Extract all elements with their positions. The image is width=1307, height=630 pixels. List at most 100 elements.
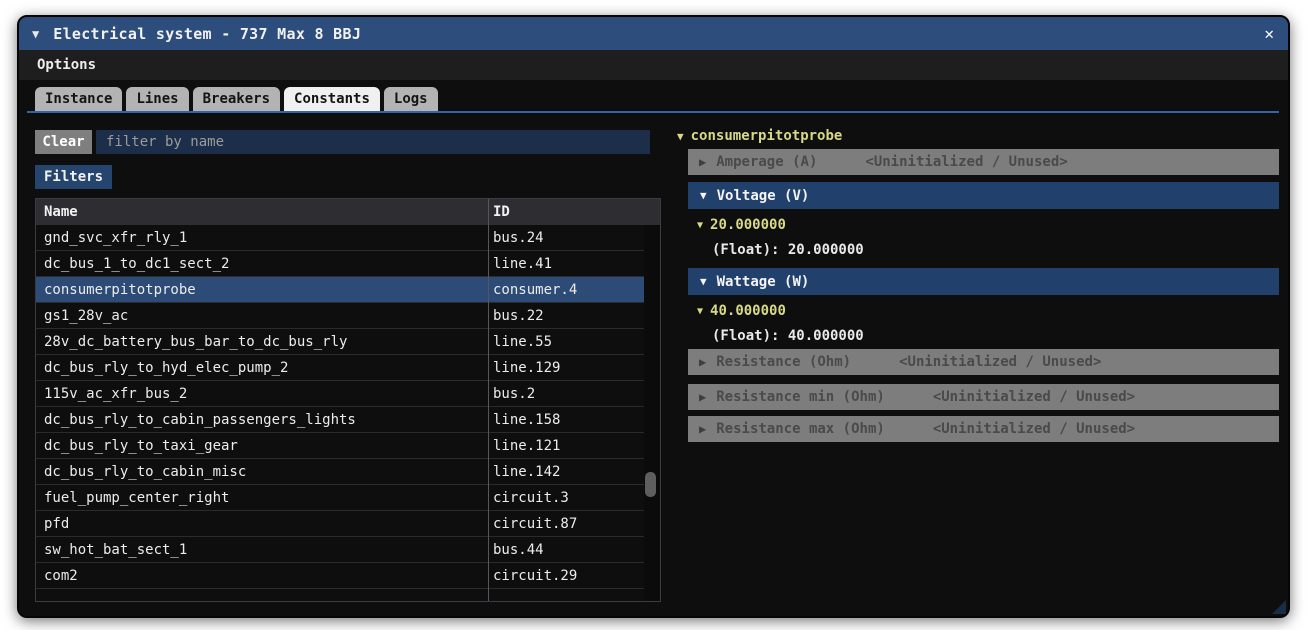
cell-id: line.121 xyxy=(493,433,560,459)
uninitialized-value: <Uninitialized / Unused> xyxy=(899,354,1101,370)
cell-name: dc_bus_rly_to_hyd_elec_pump_2 xyxy=(44,355,288,381)
chevron-right-icon[interactable]: ▶ xyxy=(699,355,706,369)
column-header-id[interactable]: ID xyxy=(493,199,510,225)
cell-id: consumer.4 xyxy=(493,277,577,303)
cell-name: dc_bus_rly_to_cabin_passengers_lights xyxy=(44,407,356,433)
table-row[interactable]: pfd circuit.87 xyxy=(36,511,646,537)
window-collapse-icon[interactable]: ▼ xyxy=(32,27,39,41)
tree-node-label: Amperage (A) xyxy=(716,154,817,170)
table-row[interactable]: gs1_28v_ac bus.22 xyxy=(36,303,646,329)
tree-node-label: Resistance max (Ohm) xyxy=(716,421,885,437)
cell-id: bus.44 xyxy=(493,537,544,563)
chevron-down-icon[interactable]: ▼ xyxy=(697,306,703,317)
tree-node-value[interactable]: ▼ 40.000000 xyxy=(688,301,1279,321)
tree-node-header[interactable]: ▼Wattage (W) xyxy=(688,268,1279,295)
tree-node-label: (Float): 40.000000 xyxy=(712,328,864,344)
close-icon[interactable]: ✕ xyxy=(1264,24,1274,43)
cell-id: circuit.87 xyxy=(493,511,577,537)
table-row[interactable]: 28v_dc_battery_bus_bar_to_dc_bus_rly line… xyxy=(36,329,646,355)
tree-node-disabled[interactable]: ▶ Resistance min (Ohm) <Uninitialized / Un… xyxy=(688,384,1279,410)
tree-node-label: (Float): 20.000000 xyxy=(712,242,864,258)
table-row[interactable]: fuel_pump_center_right circuit.3 xyxy=(36,485,646,511)
cell-name: fuel_pump_center_right xyxy=(44,485,229,511)
title-bar: ▼ Electrical system - 737 Max 8 BBJ ✕ xyxy=(19,17,1288,50)
uninitialized-value: <Uninitialized / Unused> xyxy=(933,389,1135,405)
column-header-name[interactable]: Name xyxy=(44,199,78,225)
uninitialized-value: <Uninitialized / Unused> xyxy=(865,154,1067,170)
app-window: ▼ Electrical system - 737 Max 8 BBJ ✕ Op… xyxy=(17,15,1290,618)
cell-id: bus.22 xyxy=(493,303,544,329)
cell-id: line.41 xyxy=(493,251,552,277)
tree-node-value[interactable]: ▼ 20.000000 xyxy=(688,215,1279,235)
table-scrollbar-track[interactable] xyxy=(644,225,659,601)
window-title: Electrical system - 737 Max 8 BBJ xyxy=(53,25,361,43)
constants-table: Name ID gnd_svc_xfr_rly_1bus.24dc_bus_1_… xyxy=(35,198,661,602)
tab-underline xyxy=(27,111,1279,113)
cell-name: sw_hot_bat_sect_1 xyxy=(44,537,187,563)
cell-id: line.129 xyxy=(493,355,560,381)
tree-leaf-float: (Float): 20.000000 xyxy=(688,241,1279,259)
table-row[interactable]: dc_bus_rly_to_cabin_miscline.142 xyxy=(36,459,646,485)
chevron-right-icon[interactable]: ▶ xyxy=(699,390,706,404)
cell-id: circuit.29 xyxy=(493,563,577,589)
table-row[interactable]: dc_bus_rly_to_taxi_gear line.121 xyxy=(36,433,646,459)
clear-filter-button[interactable]: Clear xyxy=(35,130,92,154)
cell-name: gnd_svc_xfr_rly_1 xyxy=(44,225,187,251)
tab-breakers[interactable]: Breakers xyxy=(193,87,280,111)
cell-id: bus.24 xyxy=(493,225,544,251)
chevron-right-icon[interactable]: ▶ xyxy=(699,422,706,436)
tree-node-label: Resistance min (Ohm) xyxy=(716,389,885,405)
column-divider[interactable] xyxy=(488,199,489,601)
cell-id: circuit.3 xyxy=(493,485,569,511)
tree-node-label: Voltage (V) xyxy=(717,188,810,204)
cell-name: 28v_dc_battery_bus_bar_to_dc_bus_rly xyxy=(44,329,347,355)
table-row[interactable]: dc_bus_1_to_dc1_sect_2 line.41 xyxy=(36,251,646,277)
tab-instance[interactable]: Instance xyxy=(35,87,122,111)
tree-node-disabled[interactable]: ▶ Amperage (A) <Uninitialized / Unused> xyxy=(688,149,1279,175)
tab-logs[interactable]: Logs xyxy=(384,87,438,111)
table-row[interactable]: consumerpitotprobe consumer.4 xyxy=(36,277,646,303)
cell-id: line.55 xyxy=(493,329,552,355)
tab-lines[interactable]: Lines xyxy=(126,87,188,111)
chevron-down-icon[interactable]: ▼ xyxy=(700,189,707,202)
tree-node-disabled[interactable]: ▶ Resistance (Ohm) <Uninitialized / Unused… xyxy=(688,349,1279,375)
tab-bar: InstanceLinesBreakersConstantsLogs xyxy=(35,87,438,111)
chevron-down-icon[interactable]: ▼ xyxy=(697,220,703,231)
chevron-down-icon[interactable]: ▼ xyxy=(700,275,707,288)
tree-node-label: 40.000000 xyxy=(710,303,786,319)
tree-node-root[interactable]: ▼ consumerpitotprobe xyxy=(671,124,842,148)
cell-name: 115v_ac_xfr_bus_2 xyxy=(44,381,187,407)
chevron-right-icon[interactable]: ▶ xyxy=(699,155,706,169)
tab-constants[interactable]: Constants xyxy=(284,87,380,111)
cell-id: line.158 xyxy=(493,407,560,433)
tree-node-disabled[interactable]: ▶ Resistance max (Ohm) <Uninitialized / Un… xyxy=(688,416,1279,442)
table-row[interactable]: dc_bus_rly_to_hyd_elec_pump_2 line.129 xyxy=(36,355,646,381)
cell-name: dc_bus_rly_to_taxi_gear xyxy=(44,433,238,459)
uninitialized-value: <Uninitialized / Unused> xyxy=(933,421,1135,437)
chevron-down-icon[interactable]: ▼ xyxy=(677,130,684,143)
table-row[interactable]: gnd_svc_xfr_rly_1 bus.24 xyxy=(36,225,646,251)
filters-toggle[interactable]: Filters xyxy=(35,165,112,189)
menu-item-options[interactable]: Options xyxy=(27,57,106,73)
menu-bar: Options xyxy=(19,50,1288,80)
cell-name: dc_bus_1_to_dc1_sect_2 xyxy=(44,251,229,277)
tree-root-label: consumerpitotprobe xyxy=(691,128,843,144)
table-scrollbar-thumb[interactable] xyxy=(645,472,656,497)
tree-leaf-float: (Float): 40.000000 xyxy=(688,327,1279,345)
cell-name: pfd xyxy=(44,511,69,537)
table-row[interactable]: sw_hot_bat_sect_1 bus.44 xyxy=(36,537,646,563)
table-row[interactable]: com2circuit.29 xyxy=(36,563,646,589)
cell-id: line.142 xyxy=(493,459,560,485)
filter-by-name-input[interactable] xyxy=(96,130,650,154)
tree-node-label: Resistance (Ohm) xyxy=(716,354,851,370)
cell-name: consumerpitotprobe xyxy=(44,277,196,303)
cell-name: gs1_28v_ac xyxy=(44,303,128,329)
tree-node-header[interactable]: ▼ Voltage (V) xyxy=(688,182,1279,209)
table-row[interactable]: 115v_ac_xfr_bus_2 bus.2 xyxy=(36,381,646,407)
cell-id: bus.2 xyxy=(493,381,535,407)
table-row[interactable] xyxy=(36,589,646,602)
tree-node-label: 20.000000 xyxy=(710,217,786,233)
resize-grip[interactable] xyxy=(1272,600,1286,614)
table-row[interactable]: dc_bus_rly_to_cabin_passengers_lights lin… xyxy=(36,407,646,433)
table-header: Name ID xyxy=(36,199,660,225)
